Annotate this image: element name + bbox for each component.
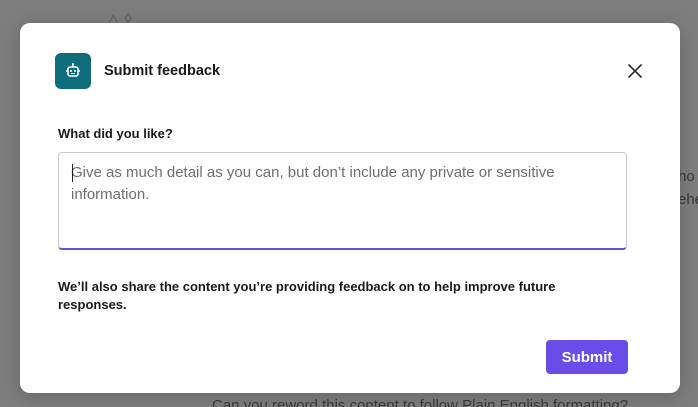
feedback-notice: We’ll also share the content you’re prov… <box>58 279 556 312</box>
dialog-header: Submit feedback <box>55 53 645 89</box>
background-text-fragment: ho <box>678 168 695 185</box>
feedback-textarea-container <box>58 152 627 250</box>
close-button[interactable] <box>625 61 645 81</box>
background-text-fragment: Can you reword this content to follow Pl… <box>212 397 629 407</box>
background-text-fragment: ehe <box>678 191 698 208</box>
text-caret <box>72 164 73 182</box>
robot-icon <box>55 53 91 89</box>
feedback-field-label: What did you like? <box>58 126 173 141</box>
close-icon <box>628 64 642 78</box>
submit-button[interactable]: Submit <box>546 340 628 374</box>
dialog-title: Submit feedback <box>104 63 221 79</box>
feedback-textarea[interactable] <box>59 153 626 248</box>
feedback-dialog: Submit feedback What did you like? We’ll… <box>20 23 680 393</box>
